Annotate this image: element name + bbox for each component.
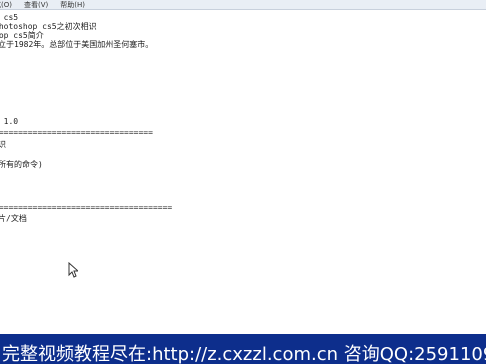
watermark-text: 完整视频教程尽在:http://z.cxzzl.com.cn 咨询QQ:2591… [2, 344, 486, 364]
menu-format[interactable]: 式(O) [0, 0, 12, 9]
text-line: o cs5 [3, 13, 19, 22]
separator-line: ===================================== [0, 203, 173, 212]
menu-bar: 式(O) 查看(V) 帮助(H) [0, 0, 486, 10]
text-line: 所有的命令) [0, 160, 43, 169]
watermark-banner: 完整视频教程尽在:http://z.cxzzl.com.cn 咨询QQ:2591… [0, 334, 486, 364]
menu-help[interactable]: 帮助(H) [60, 0, 85, 9]
text-line: hop cs5简介 [0, 31, 44, 40]
text-line: Photoshop cs5之初次相识 [0, 22, 97, 31]
menu-view[interactable]: 查看(V) [24, 0, 48, 9]
mouse-pointer-icon [68, 262, 78, 278]
separator-line: ================================= [0, 128, 153, 137]
text-line: 识 [0, 140, 6, 149]
text-line: 立于1982年。总部位于美国加州圣何塞市。 [0, 40, 154, 49]
text-line: p 1.0 [3, 117, 19, 126]
text-line: 片/文档 [0, 214, 27, 223]
text-editor-area[interactable]: o cs5 Photoshop cs5之初次相识 hop cs5简介 立于198… [0, 10, 486, 332]
